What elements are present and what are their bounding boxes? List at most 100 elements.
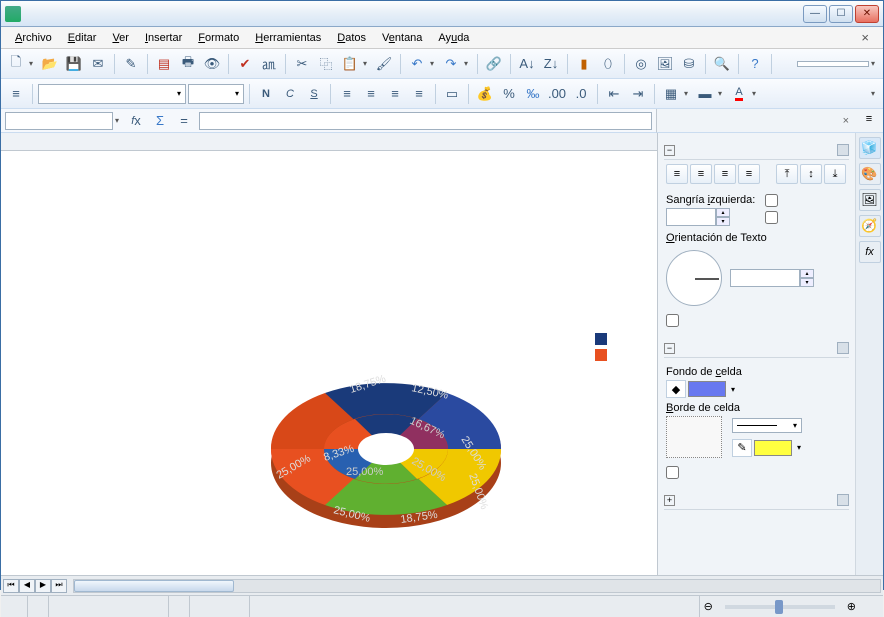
gallery-icon[interactable]: 🖼 [654, 53, 676, 75]
underline-icon[interactable]: S [303, 83, 325, 105]
inc-dec-icon[interactable]: .00 [546, 83, 568, 105]
borders-icon[interactable]: ▦ [660, 83, 682, 105]
save-icon[interactable]: 💾 [63, 53, 85, 75]
align-right-btn[interactable]: ≡ [714, 164, 736, 184]
degrees-spinbox[interactable]: ▴▾ [730, 269, 820, 287]
section-apariencia[interactable]: − [664, 339, 849, 358]
menu-formato[interactable]: Formato [190, 30, 247, 46]
minimize-button[interactable]: — [803, 5, 827, 23]
edit-icon[interactable]: ✎ [120, 53, 142, 75]
font-name-combo[interactable]: ▾ [38, 84, 186, 104]
sidetab-properties-icon[interactable]: 🧊 [859, 137, 881, 159]
zoom-out-icon[interactable]: ⊖ [700, 600, 717, 613]
border-preview[interactable] [666, 416, 722, 458]
align-center-btn[interactable]: ≡ [690, 164, 712, 184]
bold-icon[interactable]: N [255, 83, 277, 105]
preview-icon[interactable]: 👁 [201, 53, 223, 75]
chart[interactable]: 18,75% 12,50% 16,67% 25,00% 25,00% 18,75… [231, 323, 611, 553]
menu-archivo[interactable]: Archivo [7, 30, 60, 46]
bordercolor-picker[interactable]: ✎ ▾ [732, 439, 804, 457]
section-icon[interactable] [837, 144, 849, 156]
border-style-picker[interactable]: ▾ [732, 418, 802, 433]
chart-icon[interactable]: ▮ [573, 53, 595, 75]
print-icon[interactable]: 🖶 [177, 53, 199, 75]
bgcolor-picker[interactable]: ◆ ▾ [666, 380, 847, 398]
indent-spinbox[interactable]: ▴▾ [666, 208, 736, 226]
close-button[interactable]: ✕ [855, 5, 879, 23]
valign-bot-btn[interactable]: ⤓ [824, 164, 846, 184]
redo-icon[interactable]: ↷ [440, 53, 462, 75]
tab-nav-first[interactable]: ⏮ [3, 579, 19, 593]
drawfn-icon[interactable]: ⬯ [597, 53, 619, 75]
sum-icon[interactable]: Σ [149, 110, 171, 132]
menu-herramientas[interactable]: Herramientas [247, 30, 329, 46]
sort-asc-icon[interactable]: A↓ [516, 53, 538, 75]
section-alineacion[interactable]: − [664, 141, 849, 160]
datasources-icon[interactable]: ⛁ [678, 53, 700, 75]
sidetab-functions-icon[interactable]: fx [859, 241, 881, 263]
formula-input[interactable] [199, 112, 652, 130]
align-left-icon[interactable]: ≡ [336, 83, 358, 105]
new-doc-drop[interactable]: ▾ [29, 59, 37, 68]
section-numformat[interactable]: + [664, 491, 849, 510]
bgcolor-icon[interactable]: ▬ [694, 83, 716, 105]
align-justify-btn[interactable]: ≡ [738, 164, 760, 184]
sidetab-styles-icon[interactable]: 🎨 [859, 163, 881, 185]
menu-ventana[interactable]: Ventana [374, 30, 430, 46]
indent-inc-icon[interactable]: ⇥ [627, 83, 649, 105]
fx-icon[interactable]: fx [125, 110, 147, 132]
font-size-combo[interactable]: ▾ [188, 84, 244, 104]
search-input[interactable] [797, 61, 869, 67]
sidetab-gallery-icon[interactable]: 🖼 [859, 189, 881, 211]
open-icon[interactable]: 📂 [39, 53, 61, 75]
email-icon[interactable]: ✉ [87, 53, 109, 75]
align-center-icon[interactable]: ≡ [360, 83, 382, 105]
toolbar-overflow[interactable]: ▾ [871, 59, 879, 68]
sheet-area[interactable]: 18,75% 12,50% 16,67% 25,00% 25,00% 18,75… [1, 133, 657, 575]
cut-icon[interactable]: ✂ [291, 53, 313, 75]
undo-icon[interactable]: ↶ [406, 53, 428, 75]
currency-icon[interactable]: 💰 [474, 83, 496, 105]
italic-icon[interactable]: C [279, 83, 301, 105]
dec-dec-icon[interactable]: .0 [570, 83, 592, 105]
copy-icon[interactable]: ⿻ [315, 53, 337, 75]
link-icon[interactable]: 🔗 [483, 53, 505, 75]
valign-top-btn[interactable]: ⤒ [776, 164, 798, 184]
zoom-slider[interactable] [725, 605, 835, 609]
menu-ver[interactable]: Ver [104, 30, 137, 46]
fmt-overflow[interactable]: ▾ [871, 89, 879, 98]
new-doc-icon[interactable]: 🗋 [5, 53, 27, 75]
autocheck-icon[interactable]: ㏂ [258, 53, 280, 75]
align-left-btn[interactable]: ≡ [666, 164, 688, 184]
horizontal-scrollbar[interactable] [73, 579, 881, 593]
numfmt-icon[interactable]: ‰ [522, 83, 544, 105]
menu-datos[interactable]: Datos [329, 30, 374, 46]
zoom-in-icon[interactable]: ⊕ [843, 600, 860, 613]
tab-nav-prev[interactable]: ◀ [19, 579, 35, 593]
valign-mid-btn[interactable]: ↕ [800, 164, 822, 184]
stacked-checkbox[interactable] [666, 314, 847, 327]
sidebar-close-icon[interactable]: × [843, 115, 849, 127]
paste-icon[interactable]: 📋 [339, 53, 361, 75]
fmtpaint-icon[interactable]: 🖌 [373, 53, 395, 75]
sidebar-toggle-icon[interactable]: ≡ [5, 83, 27, 105]
maximize-button[interactable]: ☐ [829, 5, 853, 23]
merge-checkbox[interactable] [765, 211, 782, 224]
help-icon[interactable]: ? [744, 53, 766, 75]
align-justify-icon[interactable]: ≡ [408, 83, 430, 105]
menu-insertar[interactable]: Insertar [137, 30, 190, 46]
merge-icon[interactable]: ▭ [441, 83, 463, 105]
menu-ayuda[interactable]: Ayuda [430, 30, 477, 46]
gridlines-checkbox[interactable] [666, 466, 847, 479]
menu-close-icon[interactable]: × [853, 28, 877, 47]
wrap-checkbox[interactable] [765, 194, 782, 207]
percent-icon[interactable]: % [498, 83, 520, 105]
navigator-icon[interactable]: ◎ [630, 53, 652, 75]
orientation-dial[interactable] [666, 250, 722, 306]
equals-icon[interactable]: = [173, 110, 195, 132]
pdf-icon[interactable]: ▤ [153, 53, 175, 75]
menu-editar[interactable]: Editar [60, 30, 105, 46]
fontcolor-icon[interactable]: A [728, 83, 750, 105]
spellcheck-icon[interactable]: ✔ [234, 53, 256, 75]
sidebar-config-icon[interactable]: ≡ [866, 113, 872, 125]
